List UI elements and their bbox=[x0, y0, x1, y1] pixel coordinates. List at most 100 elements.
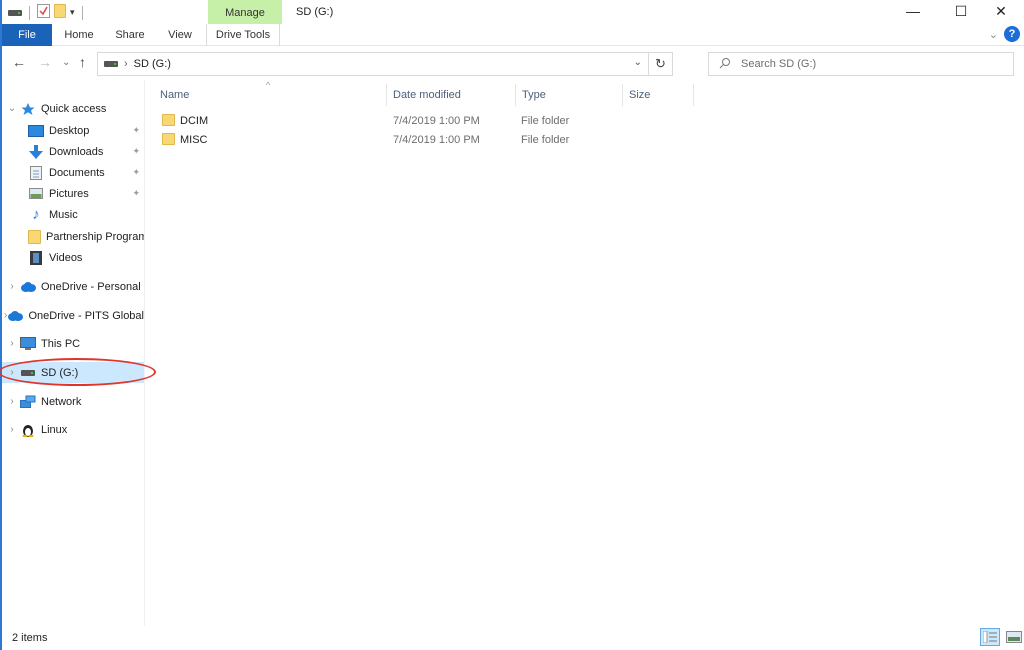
search-placeholder: Search SD (G:) bbox=[741, 58, 817, 70]
navigation-bar: ← → ⌄ ↑ › SD (G:) ⌄ ↻ Search SD (G:) bbox=[2, 50, 1024, 78]
pictures-icon bbox=[28, 186, 44, 202]
manage-context-tab[interactable]: Manage bbox=[208, 0, 282, 24]
help-icon[interactable]: ? bbox=[1004, 26, 1020, 42]
sidebar-item-label: Network bbox=[41, 395, 82, 408]
drive-icon bbox=[104, 58, 118, 70]
breadcrumb-item[interactable]: SD (G:) bbox=[134, 58, 171, 70]
divider bbox=[29, 5, 30, 20]
tab-view[interactable]: View bbox=[158, 24, 202, 46]
folder-icon bbox=[28, 229, 41, 245]
pin-icon[interactable]: ✦ bbox=[132, 125, 140, 136]
forward-button[interactable]: → bbox=[38, 54, 52, 70]
drive-icon[interactable] bbox=[8, 7, 22, 19]
column-divider[interactable] bbox=[693, 84, 694, 106]
sidebar-item-label: Linux bbox=[41, 423, 68, 436]
sidebar-item-partnership-program[interactable]: Partnership Program bbox=[2, 226, 144, 247]
sidebar-item-documents[interactable]: Documents ✦ bbox=[2, 162, 144, 183]
chevron-right-icon[interactable]: › bbox=[4, 338, 20, 349]
large-icons-view-button[interactable] bbox=[1004, 628, 1024, 646]
recent-locations-button[interactable]: ⌄ bbox=[62, 57, 70, 68]
sidebar-item-label: Music bbox=[49, 208, 78, 221]
back-button[interactable]: ← bbox=[12, 54, 26, 70]
refresh-button[interactable]: ↻ bbox=[648, 53, 672, 75]
search-icon bbox=[719, 57, 731, 72]
sidebar-item-label: OneDrive - PITS Global bbox=[28, 309, 144, 322]
file-type: File folder bbox=[521, 133, 570, 146]
sidebar-item-label: SD (G:) bbox=[41, 366, 79, 379]
linux-icon bbox=[20, 422, 36, 438]
new-folder-icon[interactable] bbox=[54, 4, 66, 21]
download-icon bbox=[28, 144, 44, 160]
sidebar-item-downloads[interactable]: Downloads ✦ bbox=[2, 141, 144, 162]
tab-file[interactable]: File bbox=[2, 24, 52, 46]
column-header-type[interactable]: Type bbox=[516, 84, 622, 106]
chevron-right-icon[interactable]: › bbox=[4, 424, 20, 435]
cloud-icon bbox=[20, 279, 36, 295]
sidebar-item-label: This PC bbox=[41, 337, 81, 350]
folder-icon bbox=[162, 133, 175, 148]
sidebar-item-label: Desktop bbox=[49, 124, 90, 137]
search-input[interactable]: Search SD (G:) bbox=[708, 52, 1014, 76]
sidebar-item-music[interactable]: ♪ Music bbox=[2, 204, 144, 225]
sidebar-item-label: Downloads bbox=[49, 145, 104, 158]
window-title: SD (G:) bbox=[296, 6, 334, 18]
minimize-button[interactable]: — bbox=[890, 0, 936, 22]
chevron-right-icon[interactable]: › bbox=[4, 281, 20, 292]
sidebar-item-linux[interactable]: › Linux bbox=[2, 419, 144, 440]
network-icon bbox=[20, 394, 36, 410]
pane-divider[interactable] bbox=[144, 80, 145, 626]
navigation-pane: ⌄ Quick access Desktop ✦ Downloads ✦ Doc… bbox=[0, 96, 156, 626]
address-bar[interactable]: › SD (G:) ⌄ ↻ bbox=[97, 52, 673, 76]
up-button[interactable]: ↑ bbox=[79, 54, 86, 70]
details-view-button[interactable] bbox=[980, 628, 1000, 646]
file-date-modified: 7/4/2019 1:00 PM bbox=[393, 114, 480, 127]
properties-icon[interactable] bbox=[37, 4, 50, 21]
chevron-right-icon[interactable]: › bbox=[4, 367, 20, 378]
chevron-down-icon[interactable]: ⌄ bbox=[4, 103, 20, 114]
table-row[interactable]: MISC 7/4/2019 1:00 PM File folder bbox=[154, 130, 694, 149]
sidebar-item-videos[interactable]: Videos bbox=[2, 247, 144, 268]
sidebar-item-label: Partnership Program bbox=[46, 230, 144, 243]
folder-icon bbox=[162, 114, 175, 129]
table-row[interactable]: DCIM 7/4/2019 1:00 PM File folder bbox=[154, 111, 694, 130]
column-header-size[interactable]: Size bbox=[623, 84, 693, 106]
address-dropdown-button[interactable]: ⌄ bbox=[634, 57, 642, 68]
sidebar-item-label: Videos bbox=[49, 251, 83, 264]
pin-icon[interactable]: ✦ bbox=[132, 146, 140, 157]
star-icon bbox=[20, 101, 36, 117]
videos-icon bbox=[28, 250, 44, 266]
sidebar-item-this-pc[interactable]: › This PC bbox=[2, 333, 144, 354]
divider bbox=[81, 5, 83, 20]
sidebar-item-pictures[interactable]: Pictures ✦ bbox=[2, 183, 144, 204]
tab-home[interactable]: Home bbox=[56, 24, 102, 46]
sidebar-item-desktop[interactable]: Desktop ✦ bbox=[2, 120, 144, 141]
documents-icon bbox=[28, 165, 44, 181]
desktop-icon bbox=[28, 123, 44, 139]
sidebar-item-onedrive-pits-global[interactable]: › OneDrive - PITS Global bbox=[2, 305, 144, 326]
tab-drive-tools[interactable]: Drive Tools bbox=[206, 24, 280, 46]
file-name: MISC bbox=[180, 133, 208, 146]
breadcrumb-separator[interactable]: › bbox=[124, 58, 128, 70]
chevron-right-icon[interactable]: › bbox=[4, 396, 20, 407]
close-button[interactable]: ✕ bbox=[978, 0, 1024, 22]
sidebar-item-onedrive-personal[interactable]: › OneDrive - Personal bbox=[2, 276, 144, 297]
ribbon-tabs: File Home Share View Drive Tools ⌄ ? bbox=[2, 24, 1024, 46]
sidebar-item-sd-drive[interactable]: › SD (G:) bbox=[2, 362, 144, 383]
music-icon: ♪ bbox=[32, 206, 40, 223]
column-header-name[interactable]: Name bbox=[154, 84, 386, 106]
pin-icon[interactable]: ✦ bbox=[132, 167, 140, 178]
customize-dropdown-icon[interactable]: ▾ bbox=[70, 7, 75, 18]
tab-share[interactable]: Share bbox=[106, 24, 154, 46]
view-switcher bbox=[980, 628, 1024, 646]
sidebar-item-label: Quick access bbox=[41, 102, 107, 115]
expand-ribbon-icon[interactable]: ⌄ bbox=[989, 28, 998, 41]
pin-icon[interactable]: ✦ bbox=[132, 188, 140, 199]
sidebar-item-quick-access[interactable]: ⌄ Quick access bbox=[2, 98, 144, 119]
column-header-date-modified[interactable]: Date modified bbox=[387, 84, 515, 106]
file-name: DCIM bbox=[180, 114, 209, 127]
item-count: 2 items bbox=[12, 632, 48, 644]
sidebar-item-label: Documents bbox=[49, 166, 105, 179]
file-date-modified: 7/4/2019 1:00 PM bbox=[393, 133, 480, 146]
sidebar-item-network[interactable]: › Network bbox=[2, 391, 144, 412]
computer-icon bbox=[20, 336, 36, 352]
